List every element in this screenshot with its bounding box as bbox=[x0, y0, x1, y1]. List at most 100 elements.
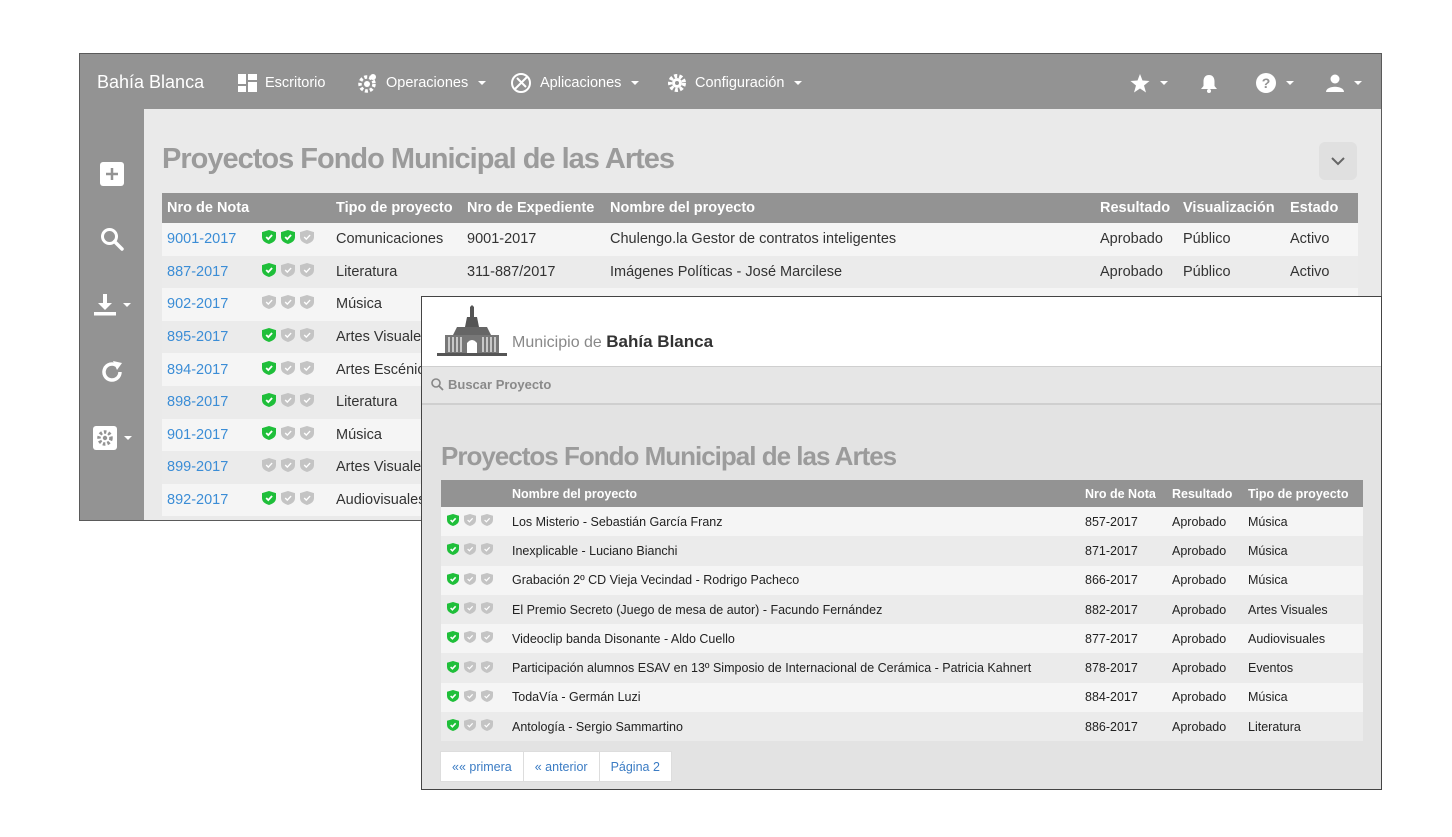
shield-group bbox=[447, 660, 504, 676]
user-menu[interactable] bbox=[1326, 73, 1362, 93]
nota-link[interactable]: 899-2017 bbox=[167, 459, 228, 475]
nota-cell: 894-2017 bbox=[162, 353, 257, 386]
top-navbar: Bahía Blanca Escritorio Operaciones Apli… bbox=[80, 54, 1381, 109]
nota-link[interactable]: 898-2017 bbox=[167, 394, 228, 410]
column-header[interactable]: Estado bbox=[1285, 193, 1358, 223]
shield-inactive-icon bbox=[481, 689, 493, 705]
column-header[interactable] bbox=[257, 193, 331, 223]
search-input[interactable]: Buscar Proyecto bbox=[448, 377, 551, 392]
help-menu[interactable]: ? bbox=[1256, 73, 1294, 93]
shield-check-icon bbox=[447, 514, 459, 529]
notifications-button[interactable] bbox=[1200, 73, 1218, 93]
tipo-cell: Comunicaciones bbox=[336, 231, 444, 248]
search-button[interactable] bbox=[80, 222, 144, 256]
shield-inactive-icon bbox=[464, 572, 476, 588]
collapse-button[interactable] bbox=[1319, 142, 1357, 180]
help-icon: ? bbox=[1256, 73, 1276, 93]
gear-icon bbox=[668, 74, 686, 92]
table-header: Nombre del proyecto Nro de Nota Resultado T… bbox=[441, 480, 1363, 507]
resultado-cell: Aprobado bbox=[1100, 263, 1163, 280]
nota-link[interactable]: 887-2017 bbox=[167, 264, 228, 280]
svg-text:?: ? bbox=[1262, 75, 1271, 91]
status-shields bbox=[257, 256, 331, 289]
favorites-menu[interactable] bbox=[1130, 73, 1168, 93]
shield-check-icon bbox=[447, 543, 459, 558]
table-row[interactable]: Antología - Sergio Sammartino 886-2017 Apr… bbox=[441, 712, 1363, 742]
table-row[interactable]: Videoclip banda Disonante - Aldo Cuello 8… bbox=[441, 624, 1363, 654]
tipo-cell: Música bbox=[1248, 543, 1288, 558]
dashboard-icon bbox=[238, 74, 257, 92]
previous-page-button[interactable]: « anterior bbox=[522, 751, 600, 782]
column-header[interactable]: Tipo de proyecto bbox=[331, 193, 462, 223]
column-header[interactable]: Resultado bbox=[1095, 193, 1178, 223]
column-header[interactable]: Tipo de proyecto bbox=[1244, 480, 1363, 507]
municipio-name: Municipio de Bahía Blanca bbox=[512, 332, 713, 352]
search-bar[interactable]: Buscar Proyecto bbox=[422, 367, 1381, 405]
table-row[interactable]: 9001-2017 Comunicaciones 9001-2017 Chulengo… bbox=[162, 223, 1358, 256]
table-row[interactable]: 887-2017 Literatura 311-887/2017 Imágenes P… bbox=[162, 255, 1358, 289]
public-projects-table: Nombre del proyecto Nro de Nota Resultado T… bbox=[441, 480, 1363, 742]
table-row[interactable]: Los Misterio - Sebastián García Franz 857… bbox=[441, 507, 1363, 537]
nota-cell: 866-2017 bbox=[1085, 573, 1138, 588]
pagination: «« primera « anterior Página 2 bbox=[440, 751, 672, 782]
shield-inactive-icon bbox=[464, 719, 476, 734]
shield-inactive-icon bbox=[300, 262, 314, 281]
download-menu[interactable] bbox=[80, 288, 144, 322]
settings-menu[interactable] bbox=[80, 421, 144, 455]
column-header[interactable]: Nombre del proyecto bbox=[605, 193, 1095, 223]
table-row[interactable]: TodaVía - Germán Luzi 884-2017 Aprobado Mús… bbox=[441, 682, 1363, 713]
shield-check-icon bbox=[447, 602, 459, 617]
brand-link[interactable]: Bahía Blanca bbox=[97, 72, 204, 93]
status-shields bbox=[441, 566, 508, 595]
shield-check-icon bbox=[447, 572, 459, 588]
column-header[interactable] bbox=[441, 480, 508, 507]
shield-inactive-icon bbox=[481, 514, 493, 529]
nota-cell: 871-2017 bbox=[1085, 543, 1138, 558]
nav-operaciones[interactable]: Operaciones bbox=[356, 73, 487, 93]
refresh-button[interactable] bbox=[80, 355, 144, 389]
nota-link[interactable]: 894-2017 bbox=[167, 362, 228, 378]
status-shields bbox=[257, 484, 331, 517]
shield-inactive-icon bbox=[300, 295, 314, 313]
table-row[interactable]: Inexplicable - Luciano Bianchi 871-2017 Ap… bbox=[441, 536, 1363, 566]
shield-group bbox=[262, 262, 326, 281]
add-button[interactable] bbox=[80, 157, 144, 191]
shield-check-icon bbox=[281, 230, 295, 248]
status-shields bbox=[257, 321, 331, 354]
nota-link[interactable]: 895-2017 bbox=[167, 329, 228, 345]
column-header[interactable]: Nro de Nota bbox=[1081, 480, 1168, 507]
nav-aplicaciones-label: Aplicaciones bbox=[540, 75, 622, 91]
chevron-down-icon bbox=[631, 81, 640, 85]
chevron-down-icon bbox=[478, 81, 487, 85]
shield-inactive-icon bbox=[464, 660, 476, 676]
status-shields bbox=[441, 536, 508, 565]
shield-inactive-icon bbox=[281, 393, 295, 411]
nombre-cell: Chulengo.la Gestor de contratos intelige… bbox=[610, 231, 897, 248]
table-row[interactable]: El Premio Secreto (Juego de mesa de auto… bbox=[441, 594, 1363, 625]
nota-link[interactable]: 892-2017 bbox=[167, 492, 228, 508]
first-page-button[interactable]: «« primera bbox=[440, 751, 524, 782]
nota-link[interactable]: 901-2017 bbox=[167, 427, 228, 443]
visualizacion-cell: Público bbox=[1183, 231, 1231, 248]
search-icon bbox=[101, 228, 124, 251]
page-2-button[interactable]: Página 2 bbox=[598, 751, 672, 782]
column-header[interactable]: Resultado bbox=[1168, 480, 1244, 507]
shield-group bbox=[447, 631, 504, 646]
nav-aplicaciones[interactable]: Aplicaciones bbox=[510, 73, 640, 93]
column-header[interactable]: Nro de Expediente bbox=[462, 193, 605, 223]
table-row[interactable]: Grabación 2º CD Vieja Vecindad - Rodrigo… bbox=[441, 565, 1363, 595]
status-shields bbox=[441, 624, 508, 653]
estado-cell: Activo bbox=[1290, 231, 1330, 248]
nav-escritorio[interactable]: Escritorio bbox=[238, 73, 325, 93]
resultado-cell: Aprobado bbox=[1172, 690, 1227, 705]
download-icon bbox=[93, 294, 116, 316]
column-header[interactable]: Nombre del proyecto bbox=[508, 480, 1081, 507]
column-header[interactable]: Visualización bbox=[1178, 193, 1285, 223]
nav-configuracion[interactable]: Configuración bbox=[667, 73, 803, 93]
shield-inactive-icon bbox=[464, 543, 476, 558]
column-header[interactable]: Nro de Nota bbox=[162, 193, 257, 223]
nota-link[interactable]: 902-2017 bbox=[167, 296, 228, 312]
nota-link[interactable]: 9001-2017 bbox=[167, 231, 236, 247]
shield-check-icon bbox=[262, 491, 276, 509]
table-row[interactable]: Participación alumnos ESAV en 13º Simpos… bbox=[441, 653, 1363, 683]
